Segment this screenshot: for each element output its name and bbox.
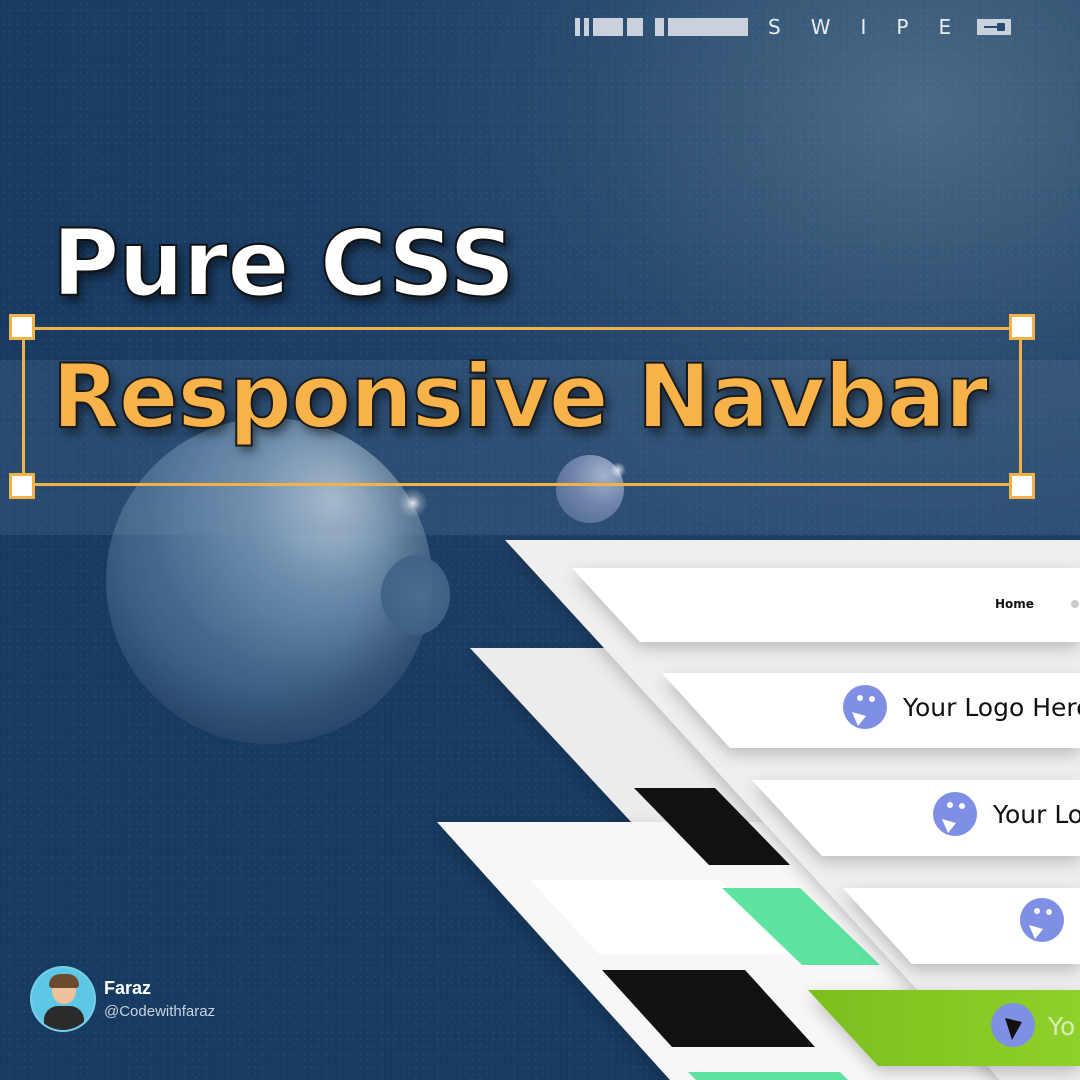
slide-canvas: S W I P E Pure CSS Home Your Logo Here Y…: [0, 0, 1080, 1080]
selection-handle[interactable]: [1009, 473, 1035, 499]
selection-handle[interactable]: [9, 314, 35, 340]
progress-segment: [584, 18, 589, 36]
planet-crater: [380, 555, 450, 635]
avatar-hair: [49, 974, 79, 988]
progress-segment: [668, 18, 748, 36]
selection-handle[interactable]: [9, 473, 35, 499]
progress-segment: [655, 18, 664, 36]
selection-handle[interactable]: [1009, 314, 1035, 340]
author-info: Faraz @Codewithfaraz: [96, 978, 215, 1020]
progress-segment: [627, 18, 643, 36]
title-line-2: Responsive Navbar: [51, 344, 989, 449]
author-handle: @Codewithfaraz: [104, 1003, 216, 1020]
swipe-indicator[interactable]: S W I P E: [575, 14, 1012, 40]
arrow-right-icon: [977, 19, 1012, 35]
progress-segment: [593, 18, 623, 36]
swipe-letter: W: [810, 15, 831, 39]
author-name: Faraz: [104, 978, 152, 998]
swipe-letter: I: [860, 15, 867, 39]
avatar-shirt: [44, 1006, 84, 1030]
author-badge[interactable]: Faraz @Codewithfaraz: [30, 966, 215, 1032]
swipe-letter: E: [938, 15, 952, 39]
progress-segment: [575, 18, 580, 36]
avatar: [30, 966, 96, 1032]
swipe-letter: S: [768, 15, 781, 39]
title-line-1: Pure CSS: [51, 209, 516, 318]
swipe-letter: P: [896, 15, 909, 39]
